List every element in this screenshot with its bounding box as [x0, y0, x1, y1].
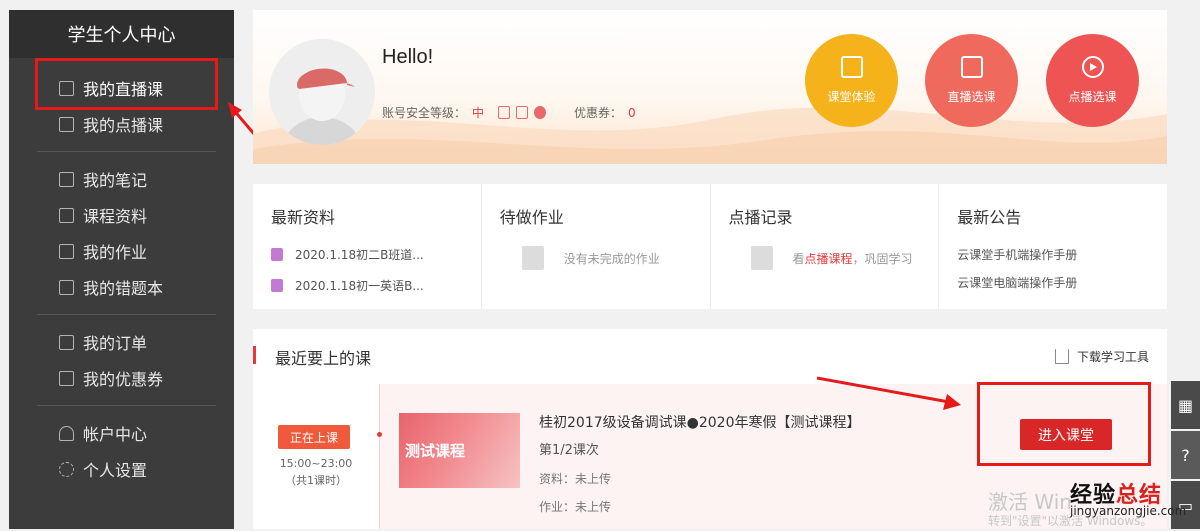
- clipboard-icon: [59, 334, 74, 350]
- qr-code-icon[interactable]: ▦: [1171, 381, 1200, 429]
- latest-notices-card: 最新公告 云课堂手机端操作手册 云课堂电脑端操作手册: [939, 184, 1167, 309]
- class-time: 15:00~23:00 （共1课时）: [279, 457, 353, 487]
- divider: [37, 151, 216, 152]
- avatar-illustration: [269, 39, 375, 145]
- edit-icon: [59, 243, 74, 259]
- security-level: 中: [472, 106, 485, 120]
- live-course-select-button[interactable]: 直播选课: [925, 34, 1018, 127]
- download-icon: [1054, 349, 1069, 364]
- gear-icon: [59, 461, 74, 477]
- divider: [37, 314, 216, 315]
- card-title: 最新公告: [957, 208, 1022, 227]
- latest-materials-card: 最新资料 2020.1.18初二B班道... 2020.1.18初一英语B...: [253, 184, 482, 309]
- security-label: 账号安全等级：: [382, 106, 467, 120]
- coupon-label: 优惠券：: [574, 106, 623, 120]
- annotation-arrow: [816, 376, 961, 410]
- material-item[interactable]: 2020.1.18初二B班道...: [271, 246, 463, 263]
- sidebar-item-coupons[interactable]: 我的优惠券: [9, 360, 234, 396]
- course-lesson: 第1/2课次: [539, 443, 599, 458]
- folder-icon: [59, 207, 74, 223]
- empty-state: 看点播课程 ，巩固学习: [750, 246, 921, 270]
- pencil-icon: [59, 171, 74, 187]
- windows-activation-watermark: 激活 Win: [988, 490, 1072, 514]
- info-cards: 最新资料 2020.1.18初二B班道... 2020.1.18初一英语B...…: [253, 184, 1167, 309]
- card-title: 点播记录: [728, 208, 793, 227]
- empty-video-icon: [750, 246, 773, 270]
- help-icon[interactable]: ?: [1171, 431, 1200, 479]
- play-icon: [1081, 56, 1104, 78]
- pending-homework-card: 待做作业 没有未完成的作业: [482, 184, 711, 309]
- sidebar-item-orders[interactable]: 我的订单: [9, 324, 234, 360]
- download-tool-link[interactable]: 下载学习工具: [1054, 348, 1149, 365]
- course-material-status: 资料：未上传: [539, 472, 612, 486]
- timeline-dot: [377, 432, 382, 437]
- video-icon: [59, 116, 74, 132]
- avatar[interactable]: [269, 39, 375, 145]
- document-icon: [271, 248, 283, 261]
- section-header: 最近要上的课 下载学习工具: [252, 329, 1167, 384]
- coupon-count: 0: [628, 105, 636, 120]
- section-title: 最近要上的课: [252, 345, 371, 369]
- screen-icon: [840, 56, 863, 78]
- profile-banner: Hello! 账号安全等级： 中 优惠券： 0 课堂体验 直播选课 点播选课: [253, 10, 1167, 164]
- empty-state: 没有未完成的作业: [521, 246, 692, 270]
- shield-icon[interactable]: [534, 106, 547, 119]
- course-homework-status: 作业：未上传: [539, 500, 612, 514]
- notice-link[interactable]: 云课堂电脑端操作手册: [957, 274, 1149, 291]
- notice-link[interactable]: 云课堂手机端操作手册: [957, 246, 1149, 263]
- course-thumbnail[interactable]: 测试课程: [399, 413, 520, 488]
- checklist-icon: [960, 56, 983, 78]
- lock-icon[interactable]: [516, 106, 529, 119]
- site-watermark-url: jingyanzongjie.com: [1070, 504, 1187, 518]
- security-level-row: 账号安全等级： 中 优惠券： 0: [382, 104, 636, 121]
- highlight-box-live-courses: [35, 58, 218, 110]
- playback-records-card: 点播记录 看点播课程 ，巩固学习: [711, 184, 940, 309]
- sidebar-item-vod-courses[interactable]: 我的点播课: [9, 106, 234, 142]
- material-item[interactable]: 2020.1.18初一英语B...: [271, 277, 463, 294]
- sidebar-item-materials[interactable]: 课程资料: [9, 197, 234, 233]
- card-title: 最新资料: [271, 208, 336, 227]
- greeting: Hello!: [382, 46, 434, 68]
- sidebar-item-notes[interactable]: 我的笔记: [9, 161, 234, 197]
- classroom-trial-button[interactable]: 课堂体验: [805, 34, 898, 127]
- sidebar-item-account[interactable]: 帐户中心: [9, 415, 234, 451]
- course-name[interactable]: 桂初2017级设备调试课●2020年寒假【测试课程】: [539, 412, 860, 432]
- user-icon: [59, 425, 74, 441]
- divider: [37, 405, 216, 406]
- phone-icon[interactable]: [498, 106, 511, 119]
- card-title: 待做作业: [499, 208, 564, 227]
- notebook-icon: [59, 279, 74, 295]
- empty-document-icon: [521, 246, 544, 270]
- status-badge: 正在上课: [278, 425, 350, 449]
- highlight-box-enter: 进入课堂: [977, 382, 1151, 466]
- vod-course-link[interactable]: 点播课程: [805, 250, 853, 267]
- sidebar-title: 学生个人中心: [9, 10, 234, 58]
- document-icon: [271, 279, 283, 292]
- ticket-icon: [59, 370, 74, 386]
- sidebar-item-homework[interactable]: 我的作业: [9, 233, 234, 269]
- timeline: [379, 384, 380, 529]
- vod-course-select-button[interactable]: 点播选课: [1046, 34, 1139, 127]
- enter-classroom-button[interactable]: 进入课堂: [1020, 419, 1112, 450]
- sidebar-item-settings[interactable]: 个人设置: [9, 451, 234, 487]
- sidebar-item-mistakes[interactable]: 我的错题本: [9, 269, 234, 305]
